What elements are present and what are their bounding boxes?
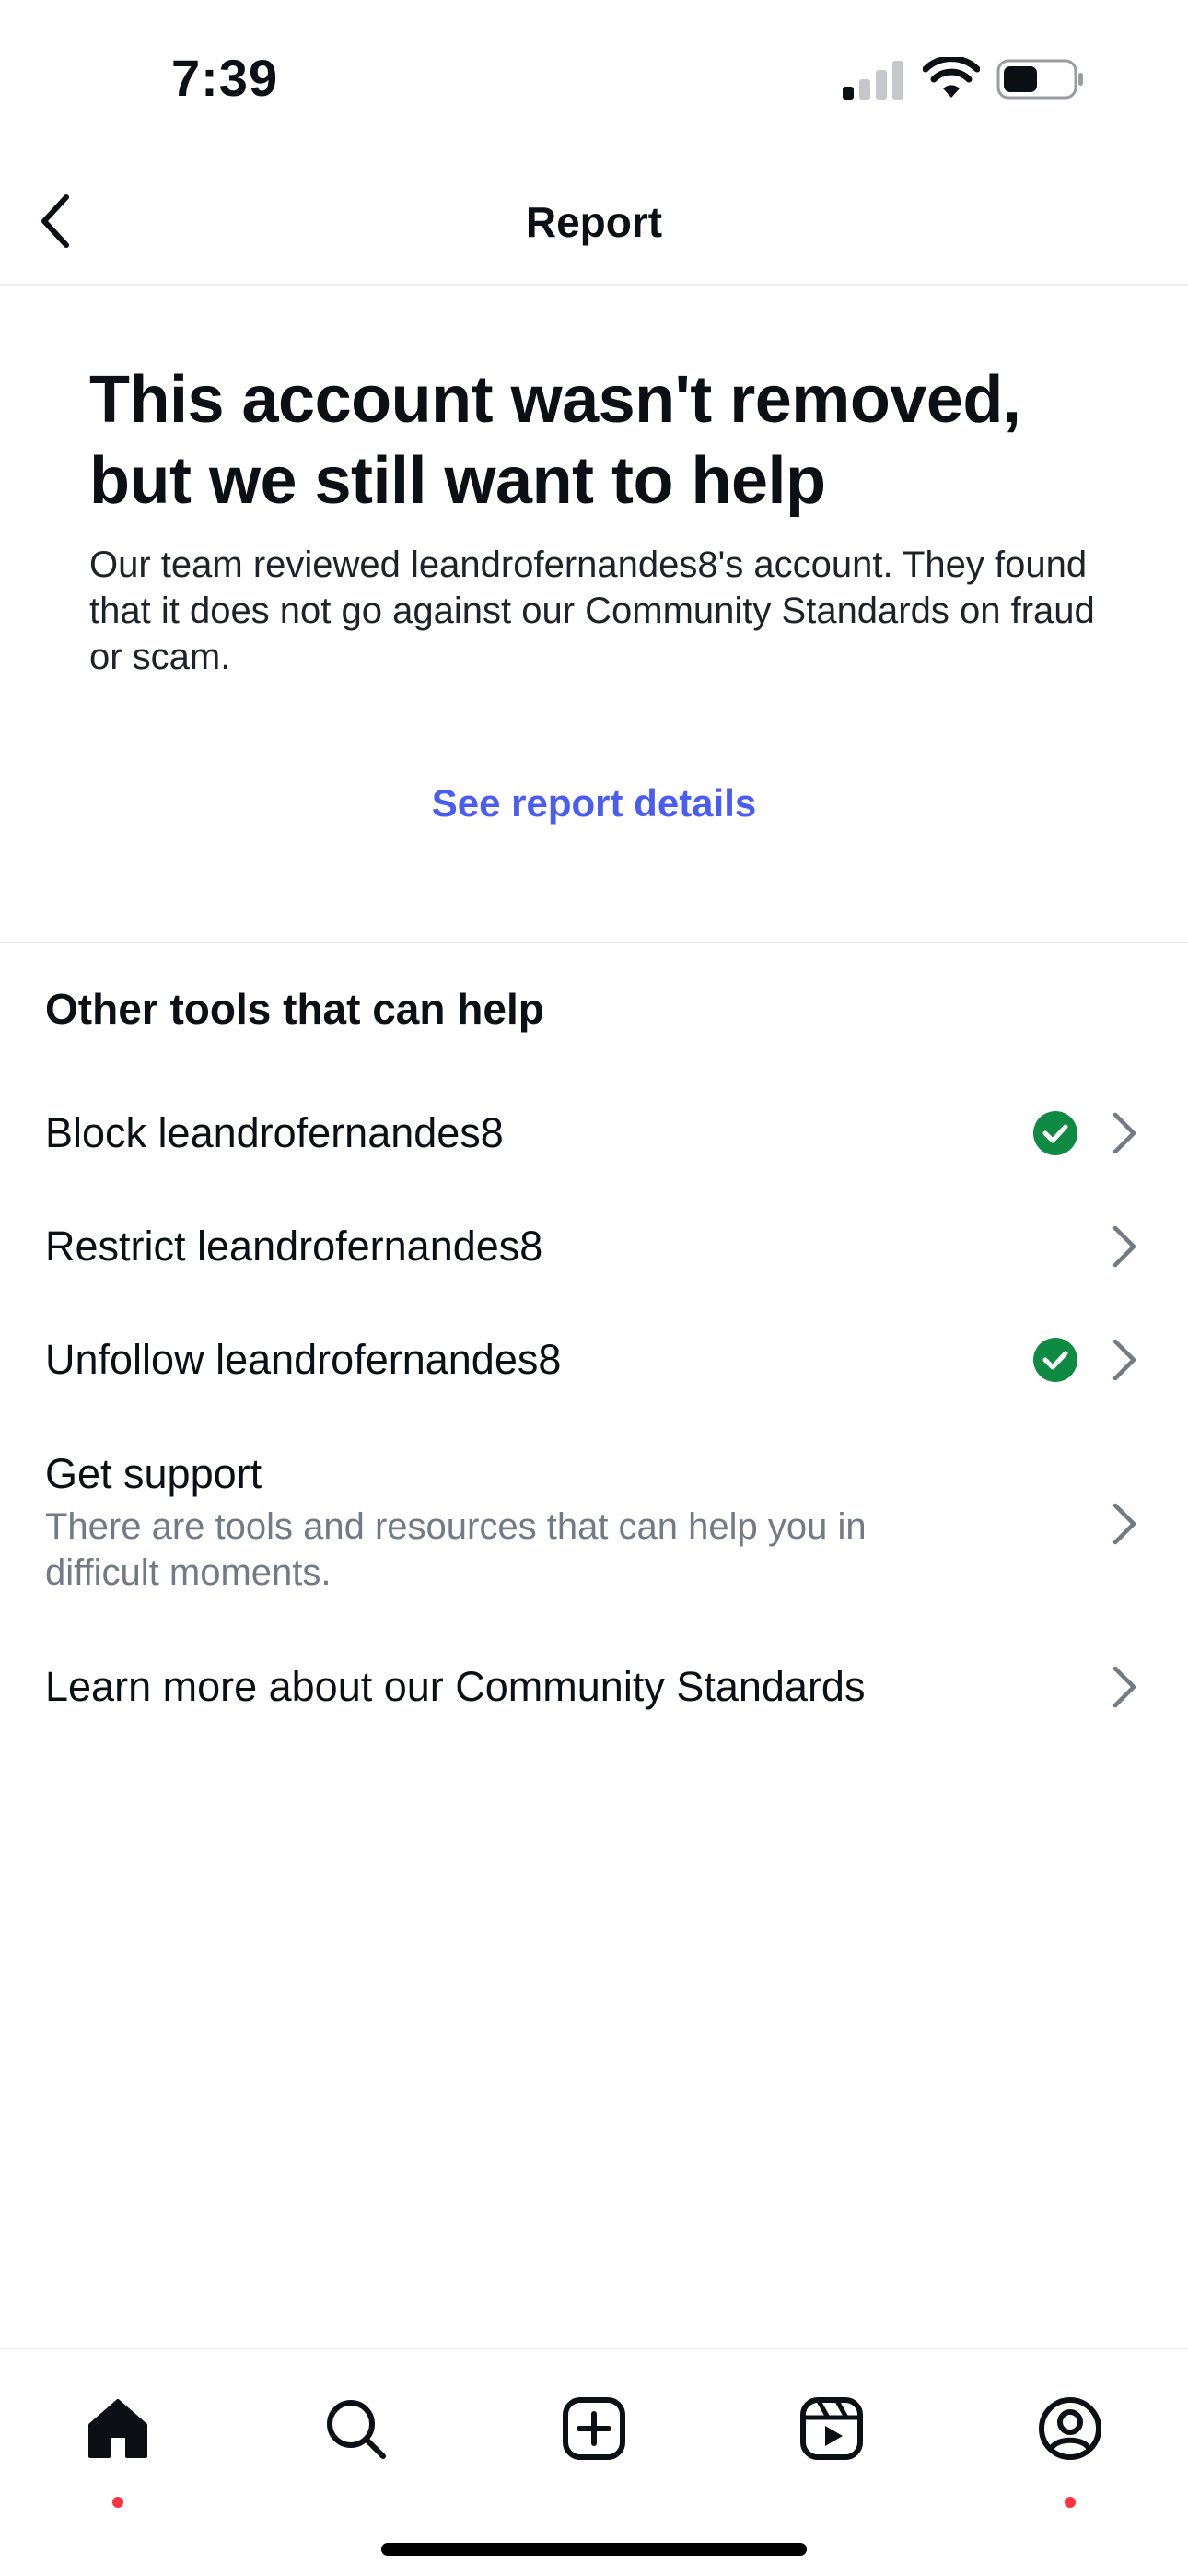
- battery-icon: [996, 59, 1083, 100]
- create-icon: [563, 2397, 625, 2460]
- see-report-details-link[interactable]: See report details: [0, 781, 1188, 825]
- cellular-signal-icon: [843, 61, 903, 100]
- chevron-right-icon: [1112, 1503, 1136, 1545]
- app-screen: 7:39 Report This account wasn't removed,…: [0, 0, 1188, 2576]
- bottom-tab-bar: [0, 2348, 1188, 2576]
- check-circle-icon: [1033, 1338, 1077, 1382]
- community-standards-label: Learn more about our Community Standards: [45, 1663, 866, 1710]
- get-support-sublabel: There are tools and resources that can h…: [45, 1506, 867, 1593]
- block-user-label: Block leandrofernandes8: [45, 1109, 504, 1156]
- chevron-right-icon: [1112, 1225, 1136, 1268]
- tab-create[interactable]: [550, 2384, 638, 2473]
- nav-header: Report: [0, 157, 1188, 286]
- chevron-right-icon: [1112, 1112, 1136, 1154]
- restrict-user-row[interactable]: Restrict leandrofernandes8: [0, 1210, 1188, 1283]
- tab-home[interactable]: [74, 2384, 162, 2508]
- get-support-label: Get support: [45, 1450, 262, 1497]
- status-time: 7:39: [171, 49, 279, 107]
- wifi-icon: [923, 57, 980, 98]
- tab-search[interactable]: [311, 2384, 400, 2473]
- notification-dot: [1065, 2497, 1076, 2508]
- page-title: Report: [525, 198, 663, 246]
- tools-heading: Other tools that can help: [45, 985, 544, 1033]
- home-indicator: [381, 2543, 807, 2556]
- reels-icon: [800, 2397, 863, 2460]
- unfollow-user-row[interactable]: Unfollow leandrofernandes8: [0, 1323, 1188, 1397]
- section-divider: [0, 942, 1188, 943]
- chevron-right-icon: [1112, 1339, 1136, 1381]
- home-icon: [88, 2399, 147, 2458]
- get-support-row[interactable]: Get support There are tools and resource…: [0, 1437, 1188, 1603]
- notification-dot: [112, 2497, 123, 2508]
- community-standards-row[interactable]: Learn more about our Community Standards: [0, 1650, 1188, 1724]
- chevron-right-icon: [1112, 1666, 1136, 1708]
- status-bar: 7:39: [0, 0, 1188, 157]
- check-circle-icon: [1033, 1111, 1077, 1155]
- tab-reels[interactable]: [787, 2384, 876, 2473]
- restrict-user-label: Restrict leandrofernandes8: [45, 1223, 543, 1270]
- profile-icon: [1039, 2397, 1101, 2460]
- hero-description: Our team reviewed leandrofernandes8's ac…: [89, 544, 1095, 677]
- search-icon: [327, 2400, 386, 2459]
- block-user-row[interactable]: Block leandrofernandes8: [0, 1096, 1188, 1170]
- hero-title: This account wasn't removed, but we stil…: [89, 363, 1021, 518]
- tab-profile[interactable]: [1026, 2384, 1114, 2508]
- unfollow-user-label: Unfollow leandrofernandes8: [45, 1336, 562, 1383]
